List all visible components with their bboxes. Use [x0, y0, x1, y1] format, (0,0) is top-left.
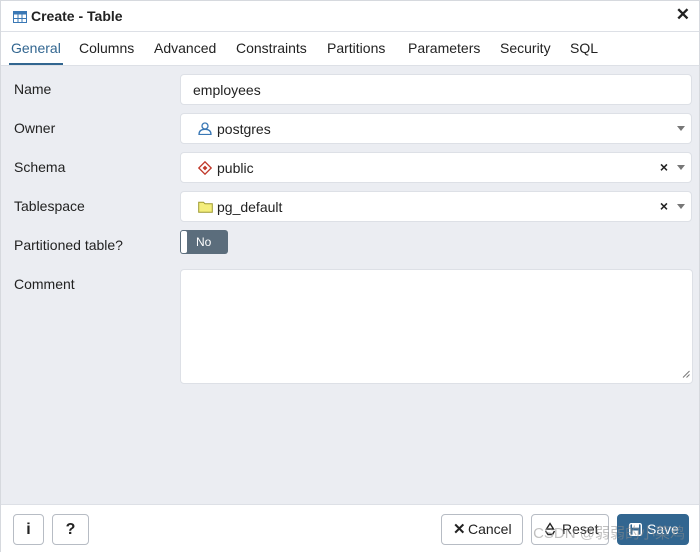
recycle-icon [543, 522, 557, 539]
tab-general[interactable]: General [9, 32, 63, 65]
dialog-title: Create - Table [31, 8, 123, 24]
tab-security[interactable]: Security [498, 32, 553, 65]
cancel-button[interactable]: ✕ Cancel [441, 514, 523, 545]
schema-select[interactable]: public × [180, 152, 692, 183]
resize-grip-icon[interactable] [682, 365, 690, 381]
save-label: Save [647, 521, 679, 537]
tab-constraints[interactable]: Constraints [234, 32, 309, 65]
tablespace-value: pg_default [217, 199, 283, 215]
close-icon[interactable]: ✕ [676, 6, 690, 23]
dialog-footer: i ? ✕ Cancel Reset Save [1, 504, 699, 552]
comment-label: Comment [14, 276, 75, 292]
schema-icon [197, 160, 213, 178]
name-label: Name [14, 81, 52, 97]
partitioned-toggle[interactable]: No [180, 230, 228, 254]
tab-bar: General Columns Advanced Constraints Par… [1, 32, 699, 66]
close-icon: ✕ [453, 521, 466, 538]
toggle-knob [181, 231, 187, 253]
chevron-down-icon[interactable] [677, 126, 685, 131]
cancel-label: Cancel [468, 521, 512, 537]
tab-parameters[interactable]: Parameters [406, 32, 482, 65]
help-button[interactable]: ? [52, 514, 89, 545]
folder-icon [198, 200, 213, 216]
info-icon: i [26, 521, 31, 538]
chevron-down-icon[interactable] [677, 204, 685, 209]
schema-label: Schema [14, 159, 66, 175]
info-button[interactable]: i [13, 514, 44, 545]
help-icon: ? [65, 521, 76, 538]
toggle-label: No [196, 235, 212, 249]
tablespace-select[interactable]: pg_default × [180, 191, 692, 222]
tablespace-label: Tablespace [14, 198, 85, 214]
schema-value: public [217, 160, 254, 176]
user-icon [198, 122, 212, 138]
chevron-down-icon[interactable] [677, 165, 685, 170]
save-button[interactable]: Save [617, 514, 689, 545]
owner-select[interactable]: postgres [180, 113, 692, 144]
comment-textarea[interactable] [180, 269, 693, 384]
name-value: employees [193, 82, 261, 98]
reset-button[interactable]: Reset [531, 514, 609, 545]
table-icon [13, 10, 27, 26]
clear-icon[interactable]: × [660, 198, 668, 214]
create-table-dialog: Create - Table ✕ General Columns Advance… [0, 0, 700, 552]
tab-sql[interactable]: SQL [568, 32, 600, 65]
clear-icon[interactable]: × [660, 159, 668, 175]
save-icon [628, 522, 643, 539]
name-input[interactable]: employees [180, 74, 692, 105]
tab-columns[interactable]: Columns [77, 32, 136, 65]
owner-label: Owner [14, 120, 56, 136]
tab-partitions[interactable]: Partitions [325, 32, 387, 65]
partitioned-label: Partitioned table? [14, 237, 123, 253]
owner-value: postgres [217, 121, 271, 137]
reset-label: Reset [562, 521, 599, 537]
dialog-titlebar: Create - Table ✕ [1, 1, 699, 32]
tab-advanced[interactable]: Advanced [152, 32, 218, 65]
